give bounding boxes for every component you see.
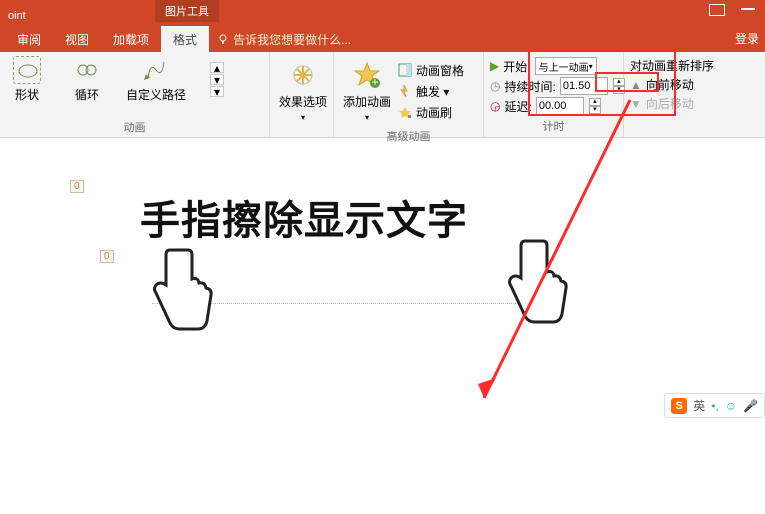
delay-icon: ◶ <box>490 99 500 113</box>
contextual-tab-label: 图片工具 <box>155 0 219 22</box>
move-earlier-label: 向前移动 <box>646 76 694 93</box>
add-animation-label: 添加动画 <box>343 93 391 110</box>
move-earlier-button[interactable]: ▲ 向前移动 <box>630 75 728 94</box>
chevron-down-icon[interactable]: ▾ <box>210 74 224 85</box>
animation-pane-button[interactable]: 动画窗格 <box>398 61 464 80</box>
anim-custom-label: 自定义路径 <box>126 86 186 103</box>
start-row: ▶ 开始: 与上一动画...▾ <box>490 56 617 76</box>
chevron-up-icon[interactable]: ▴ <box>210 62 224 73</box>
arrow-down-icon: ▼ <box>630 97 642 111</box>
restore-icon[interactable] <box>709 4 725 16</box>
painter-icon <box>398 105 412 119</box>
ime-punct-icon[interactable]: •, <box>711 399 719 413</box>
start-dropdown[interactable]: 与上一动画...▾ <box>535 57 597 75</box>
gallery-scroll[interactable]: ▴ ▾ ▾ <box>210 62 224 97</box>
ime-emoji-icon[interactable]: ☺ <box>725 399 737 413</box>
duration-label: 持续时间: <box>504 78 555 95</box>
loop-icon <box>73 56 101 84</box>
delay-input[interactable] <box>536 97 584 115</box>
svg-text:+: + <box>371 75 378 89</box>
effect-options-button[interactable]: 效果选项 ▾ <box>276 56 330 126</box>
slide-canvas: 0 0 手指擦除显示文字 S 英 •, ☺ 🎤 <box>0 145 765 514</box>
ime-lang[interactable]: 英 <box>693 397 705 414</box>
anim-custom-path[interactable]: 自定义路径 <box>126 56 186 103</box>
hand-pointer-icon <box>485 235 575 345</box>
group-animation: 形状 循环 自定义路径 ▴ ▾ ▾ 动画 <box>0 52 270 137</box>
add-animation-button[interactable]: + 添加动画 ▾ <box>340 56 394 126</box>
move-later-label: 向后移动 <box>646 95 694 112</box>
pane-icon <box>398 63 412 77</box>
animation-gallery: 形状 循环 自定义路径 ▴ ▾ ▾ <box>6 56 263 103</box>
delay-spinner[interactable]: ▴▾ <box>589 98 601 114</box>
tell-me[interactable]: 告诉我您想要做什么... <box>217 31 351 48</box>
ribbon: 形状 循环 自定义路径 ▴ ▾ ▾ 动画 效果选项 ▾ <box>0 52 765 138</box>
group-reorder: 对动画重新排序 ▲ 向前移动 ▼ 向后移动 <box>624 52 734 137</box>
dropdown-icon: ▾ <box>365 113 369 122</box>
shape-icon <box>13 56 41 84</box>
animation-tag[interactable]: 0 <box>100 250 114 263</box>
minimize-icon[interactable] <box>741 8 755 10</box>
animation-tag[interactable]: 0 <box>70 180 84 193</box>
custom-path-icon <box>142 56 170 84</box>
animation-painter-label: 动画刷 <box>416 104 452 121</box>
tab-review[interactable]: 审阅 <box>5 26 53 53</box>
group-timing: ▶ 开始: 与上一动画...▾ ◷ 持续时间: ▴▾ ◶ 延迟: ▴▾ 计时 <box>484 52 624 137</box>
duration-row: ◷ 持续时间: ▴▾ <box>490 76 617 96</box>
tell-me-text: 告诉我您想要做什么... <box>233 31 351 48</box>
animation-pane-label: 动画窗格 <box>416 62 464 79</box>
tab-format[interactable]: 格式 <box>161 26 209 53</box>
anim-loop[interactable]: 循环 <box>66 56 108 103</box>
trigger-icon <box>398 84 412 98</box>
anim-shape[interactable]: 形状 <box>6 56 48 103</box>
ribbon-tabs: 审阅 视图 加载项 格式 告诉我您想要做什么... 登录 <box>0 26 765 52</box>
group-effect-options: 效果选项 ▾ <box>270 52 334 137</box>
add-animation-icon: + <box>352 60 382 90</box>
effect-options-label: 效果选项 <box>279 93 327 110</box>
tab-addins[interactable]: 加载项 <box>101 26 161 53</box>
clock-icon: ◷ <box>490 79 500 93</box>
ime-toolbar[interactable]: S 英 •, ☺ 🎤 <box>664 393 765 418</box>
tab-view[interactable]: 视图 <box>53 26 101 53</box>
group-advanced-label: 高级动画 <box>340 126 477 144</box>
anim-shape-label: 形状 <box>15 86 39 103</box>
slide-headline: 手指擦除显示文字 <box>140 188 468 246</box>
delay-label: 延迟: <box>504 98 531 115</box>
anim-loop-label: 循环 <box>75 86 99 103</box>
play-icon: ▶ <box>490 59 499 73</box>
effect-options-icon <box>288 60 318 90</box>
trigger-button[interactable]: 触发 ▾ <box>398 82 464 101</box>
animation-painter-button[interactable]: 动画刷 <box>398 103 464 122</box>
group-timing-label: 计时 <box>490 116 617 134</box>
hand-pointer-icon <box>130 240 220 350</box>
arrow-up-icon: ▲ <box>630 78 642 92</box>
login-link[interactable]: 登录 <box>735 30 759 47</box>
start-label: 开始: <box>503 58 530 75</box>
reorder-label: 对动画重新排序 <box>630 56 728 75</box>
gallery-expand-icon[interactable]: ▾ <box>210 86 224 97</box>
bulb-icon <box>217 33 229 45</box>
duration-input[interactable] <box>560 77 608 95</box>
dropdown-icon: ▾ <box>301 113 305 122</box>
ime-mic-icon[interactable]: 🎤 <box>743 399 758 413</box>
group-animation-label: 动画 <box>6 117 263 135</box>
move-later-button[interactable]: ▼ 向后移动 <box>630 94 728 113</box>
group-advanced-animation: + 添加动画 ▾ 动画窗格 触发 ▾ 动画刷 高级动画 <box>334 52 484 137</box>
ime-logo-icon: S <box>671 398 687 414</box>
group-reorder-label <box>630 133 728 135</box>
chevron-down-icon: ▾ <box>589 62 593 71</box>
start-value: 与上一动画... <box>539 59 589 74</box>
title-bar: oint 图片工具 <box>0 0 765 26</box>
delay-row: ◶ 延迟: ▴▾ <box>490 96 617 116</box>
app-title: oint <box>0 10 34 26</box>
trigger-label: 触发 ▾ <box>416 83 449 100</box>
